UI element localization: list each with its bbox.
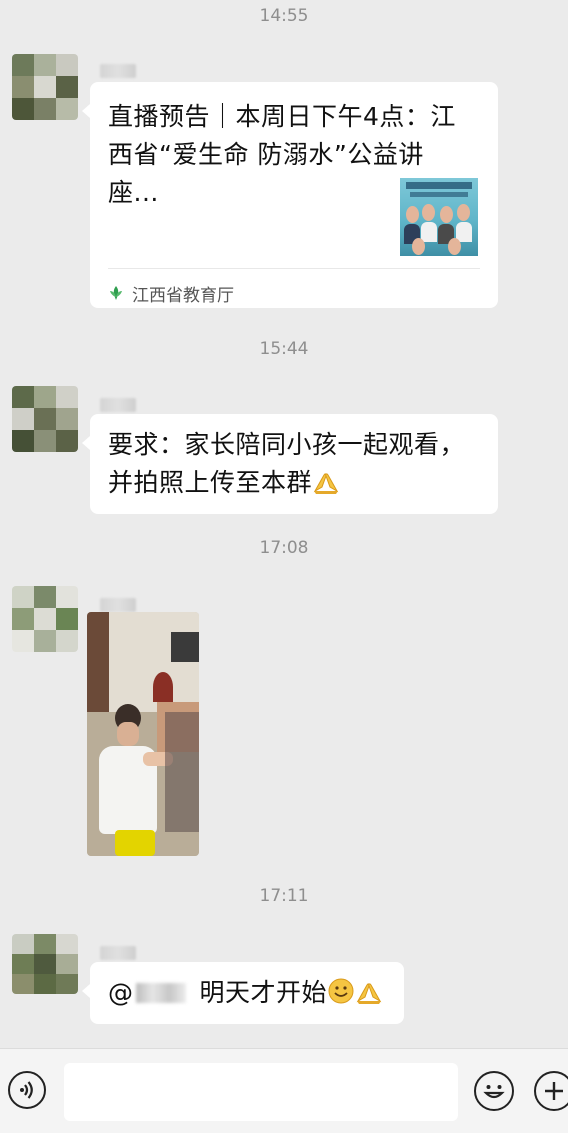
- card-divider: [108, 268, 480, 269]
- chat-input-bar: [0, 1048, 568, 1133]
- leaf-logo-icon: [110, 286, 122, 300]
- smile-face-icon: [328, 978, 354, 1004]
- avatar[interactable]: [12, 386, 78, 452]
- card-thumbnail: [400, 178, 478, 256]
- folded-hands-icon: [356, 983, 382, 1004]
- sender-name-blurred: [100, 946, 136, 960]
- text-message[interactable]: @ 明天才开始: [82, 962, 404, 1024]
- timestamp: 14:55: [259, 6, 309, 26]
- voice-button[interactable]: [8, 1071, 46, 1109]
- timestamp: 17:08: [259, 538, 309, 558]
- text-message[interactable]: 要求：家长陪同小孩一起观看，并拍照上传至本群: [82, 414, 498, 514]
- sender-name-blurred: [100, 598, 136, 612]
- message-text: 要求：家长陪同小孩一起观看，并拍照上传至本群: [108, 430, 466, 497]
- more-button[interactable]: [534, 1071, 568, 1111]
- avatar[interactable]: [12, 54, 78, 120]
- link-card-message[interactable]: 直播预告｜本周日下午4点：江西省“爱生命 防溺水”公益讲座... 江西省教育厅: [82, 82, 498, 308]
- card-source-label: 江西省教育厅: [132, 285, 234, 306]
- message-text: 明天才开始: [199, 978, 328, 1007]
- mention-prefix: @: [108, 978, 134, 1007]
- avatar[interactable]: [12, 934, 78, 994]
- timestamp: 17:11: [259, 886, 309, 906]
- timestamp: 15:44: [259, 339, 309, 359]
- sender-name-blurred: [100, 64, 136, 78]
- folded-hands-icon: [313, 473, 339, 494]
- voice-icon: [20, 1081, 33, 1099]
- mention-name-blurred: [135, 983, 186, 1003]
- plus-icon: [545, 1082, 563, 1100]
- image-message[interactable]: [87, 612, 199, 856]
- message-input[interactable]: [64, 1063, 458, 1121]
- emoji-face-icon: [483, 1085, 505, 1099]
- avatar[interactable]: [12, 586, 78, 652]
- sender-name-blurred: [100, 398, 136, 412]
- emoji-button[interactable]: [474, 1071, 514, 1111]
- card-source: 江西省教育厅: [108, 278, 234, 308]
